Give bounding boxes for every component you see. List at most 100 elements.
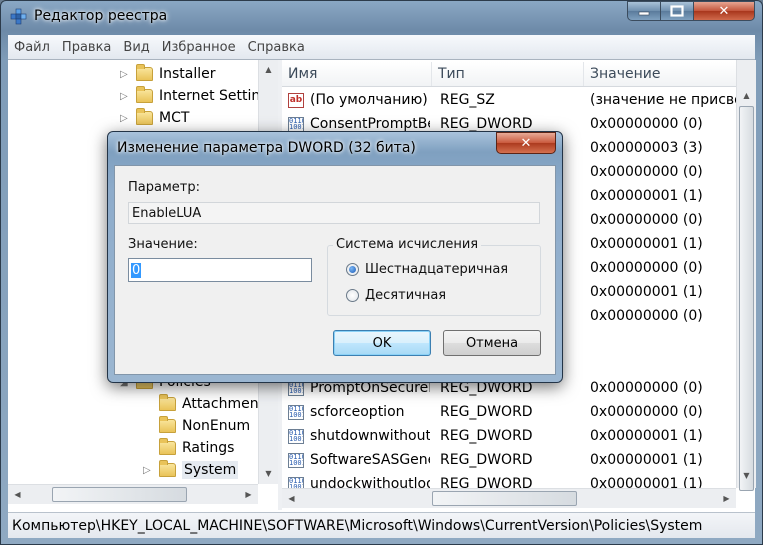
scroll-thumb[interactable] <box>52 487 187 502</box>
status-bar: Компьютер\HKEY_LOCAL_MACHINE\SOFTWARE\Mi… <box>8 512 755 538</box>
hex-radio-label[interactable]: Шестнадцатеричная <box>365 262 508 277</box>
menu-favorites[interactable]: Избранное <box>156 40 242 55</box>
expand-arrow-icon[interactable]: ▷ <box>120 113 130 124</box>
menu-file[interactable]: Файл <box>8 40 56 55</box>
tree-item-nonenum[interactable]: NonEnum <box>159 415 250 437</box>
close-icon: ✕ <box>718 3 730 19</box>
row-value: 0x00000000 (0) <box>590 380 703 396</box>
value-label: Значение: <box>128 237 198 252</box>
row-value: 0x00000001 (1) <box>590 284 703 300</box>
row-name: (По умолчанию) <box>310 92 428 108</box>
param-name-value: EnableLUA <box>132 205 202 221</box>
minimize-button[interactable] <box>627 1 661 21</box>
table-row[interactable]: 0110 1001 scforceoption REG_DWORD 0x0000000… <box>282 401 736 425</box>
value-input[interactable]: 0 <box>128 258 312 282</box>
tree-item-attachments[interactable]: Attachments <box>159 393 271 415</box>
expand-arrow-icon[interactable]: ▷ <box>120 69 130 80</box>
table-row[interactable]: 0110 1001 shutdownwithoutlogon REG_DWORD 0x… <box>282 425 736 449</box>
base-group-label: Система исчисления <box>333 237 482 252</box>
folder-icon <box>159 394 176 411</box>
binary-value-icon: 0110 1001 <box>288 117 304 132</box>
close-icon: ✕ <box>520 135 532 151</box>
decimal-radio-label[interactable]: Десятичная <box>365 288 446 303</box>
column-type[interactable]: Тип <box>432 62 584 86</box>
scroll-right-icon[interactable]: ▶ <box>718 490 735 507</box>
maximize-button[interactable] <box>660 1 694 21</box>
tree-item-ratings[interactable]: Ratings <box>159 437 234 459</box>
row-name: SoftwareSASGeneration <box>310 452 430 468</box>
row-value: 0x00000000 (0) <box>590 116 703 132</box>
row-type: REG_SZ <box>440 92 495 108</box>
folder-icon <box>159 460 176 477</box>
scroll-down-icon[interactable]: ▼ <box>260 465 277 482</box>
list-horizontal-scrollbar[interactable]: ◀ ▶ <box>282 488 736 508</box>
hex-radio[interactable] <box>346 263 359 276</box>
row-value: 0x00000001 (1) <box>590 188 703 204</box>
table-row[interactable]: ab (По умолчанию) REG_SZ (значение не присв… <box>282 89 736 113</box>
menu-edit[interactable]: Правка <box>56 40 117 55</box>
folder-icon <box>159 438 176 455</box>
folder-icon <box>136 86 153 103</box>
value-input-text: 0 <box>131 262 142 278</box>
cancel-button[interactable]: Отмена <box>443 330 541 356</box>
menu-help[interactable]: Справка <box>242 40 311 55</box>
ok-button[interactable]: OK <box>333 330 431 356</box>
minimize-icon <box>638 11 650 16</box>
scroll-down-icon[interactable]: ▼ <box>738 467 755 484</box>
string-value-icon: ab <box>288 93 304 108</box>
param-name-field: EnableLUA <box>128 202 540 224</box>
regedit-icon <box>10 8 28 26</box>
row-value: 0x00000001 (1) <box>590 452 703 468</box>
tree-item-label: Ratings <box>182 440 235 456</box>
row-value: 0x00000000 (0) <box>590 212 703 228</box>
row-value: 0x00000000 (0) <box>590 260 703 276</box>
tree-item-installer[interactable]: ▷ Installer <box>120 63 216 85</box>
row-value: 0x00000000 (0) <box>590 404 703 420</box>
registry-path: Компьютер\HKEY_LOCAL_MACHINE\SOFTWARE\Mi… <box>12 517 703 534</box>
base-groupbox <box>327 245 541 316</box>
param-label: Параметр: <box>128 180 200 195</box>
scroll-up-icon[interactable]: ▲ <box>738 87 755 104</box>
close-button[interactable]: ✕ <box>693 1 755 21</box>
tree-item-system[interactable]: ▷ System <box>143 459 239 481</box>
tree-item-mct[interactable]: ▷ MCT <box>120 107 189 129</box>
column-value[interactable]: Значение <box>584 62 736 86</box>
list-header: Имя Тип Значение <box>282 62 736 87</box>
tree-item-internet-settings[interactable]: ▷ Internet Settings <box>120 85 276 107</box>
tree-horizontal-scrollbar[interactable]: ◀ ▶ <box>8 484 258 504</box>
dialog-close-button[interactable]: ✕ <box>496 132 556 154</box>
row-type: REG_DWORD <box>440 116 533 132</box>
row-type: REG_DWORD <box>440 452 533 468</box>
title-bar[interactable]: Редактор реестра ✕ <box>0 0 763 34</box>
scroll-right-icon[interactable]: ▶ <box>240 486 257 503</box>
folder-icon <box>136 108 153 125</box>
table-row[interactable]: 0110 1001 SoftwareSASGeneration REG_DWORD 0… <box>282 449 736 473</box>
binary-value-icon: 0110 1001 <box>288 405 304 420</box>
row-value: 0x00000000 (0) <box>590 164 703 180</box>
binary-value-icon: 0110 1001 <box>288 381 304 396</box>
menu-view[interactable]: Вид <box>117 40 155 55</box>
scroll-thumb[interactable] <box>739 106 754 491</box>
scroll-left-icon[interactable]: ◀ <box>9 486 26 503</box>
scroll-left-icon[interactable]: ◀ <box>283 490 300 507</box>
row-name: scforceoption <box>310 404 405 420</box>
row-value: (значение не присвоено) <box>590 92 736 108</box>
expand-arrow-icon[interactable]: ▷ <box>143 465 153 476</box>
row-name: shutdownwithoutlogon <box>310 428 430 444</box>
expand-arrow-icon[interactable]: ▷ <box>120 91 130 102</box>
scroll-up-icon[interactable]: ▲ <box>260 61 277 78</box>
tree-item-label: MCT <box>159 110 190 126</box>
decimal-radio[interactable] <box>346 289 359 302</box>
dialog-title: Изменение параметра DWORD (32 бита) <box>117 140 416 156</box>
folder-icon <box>136 64 153 81</box>
folder-icon <box>159 416 176 433</box>
row-value: 0x00000001 (1) <box>590 428 703 444</box>
scroll-thumb[interactable] <box>432 491 577 506</box>
column-name[interactable]: Имя <box>282 62 432 86</box>
menu-bar: Файл Правка Вид Избранное Справка <box>8 35 755 59</box>
list-vertical-scrollbar[interactable]: ▲ ▼ <box>736 60 756 491</box>
maximize-icon <box>670 5 684 17</box>
tree-item-label: NonEnum <box>182 418 251 434</box>
row-name: ConsentPromptBehaviorAdmin <box>310 116 430 132</box>
row-value: 0x00000003 (3) <box>590 140 703 156</box>
